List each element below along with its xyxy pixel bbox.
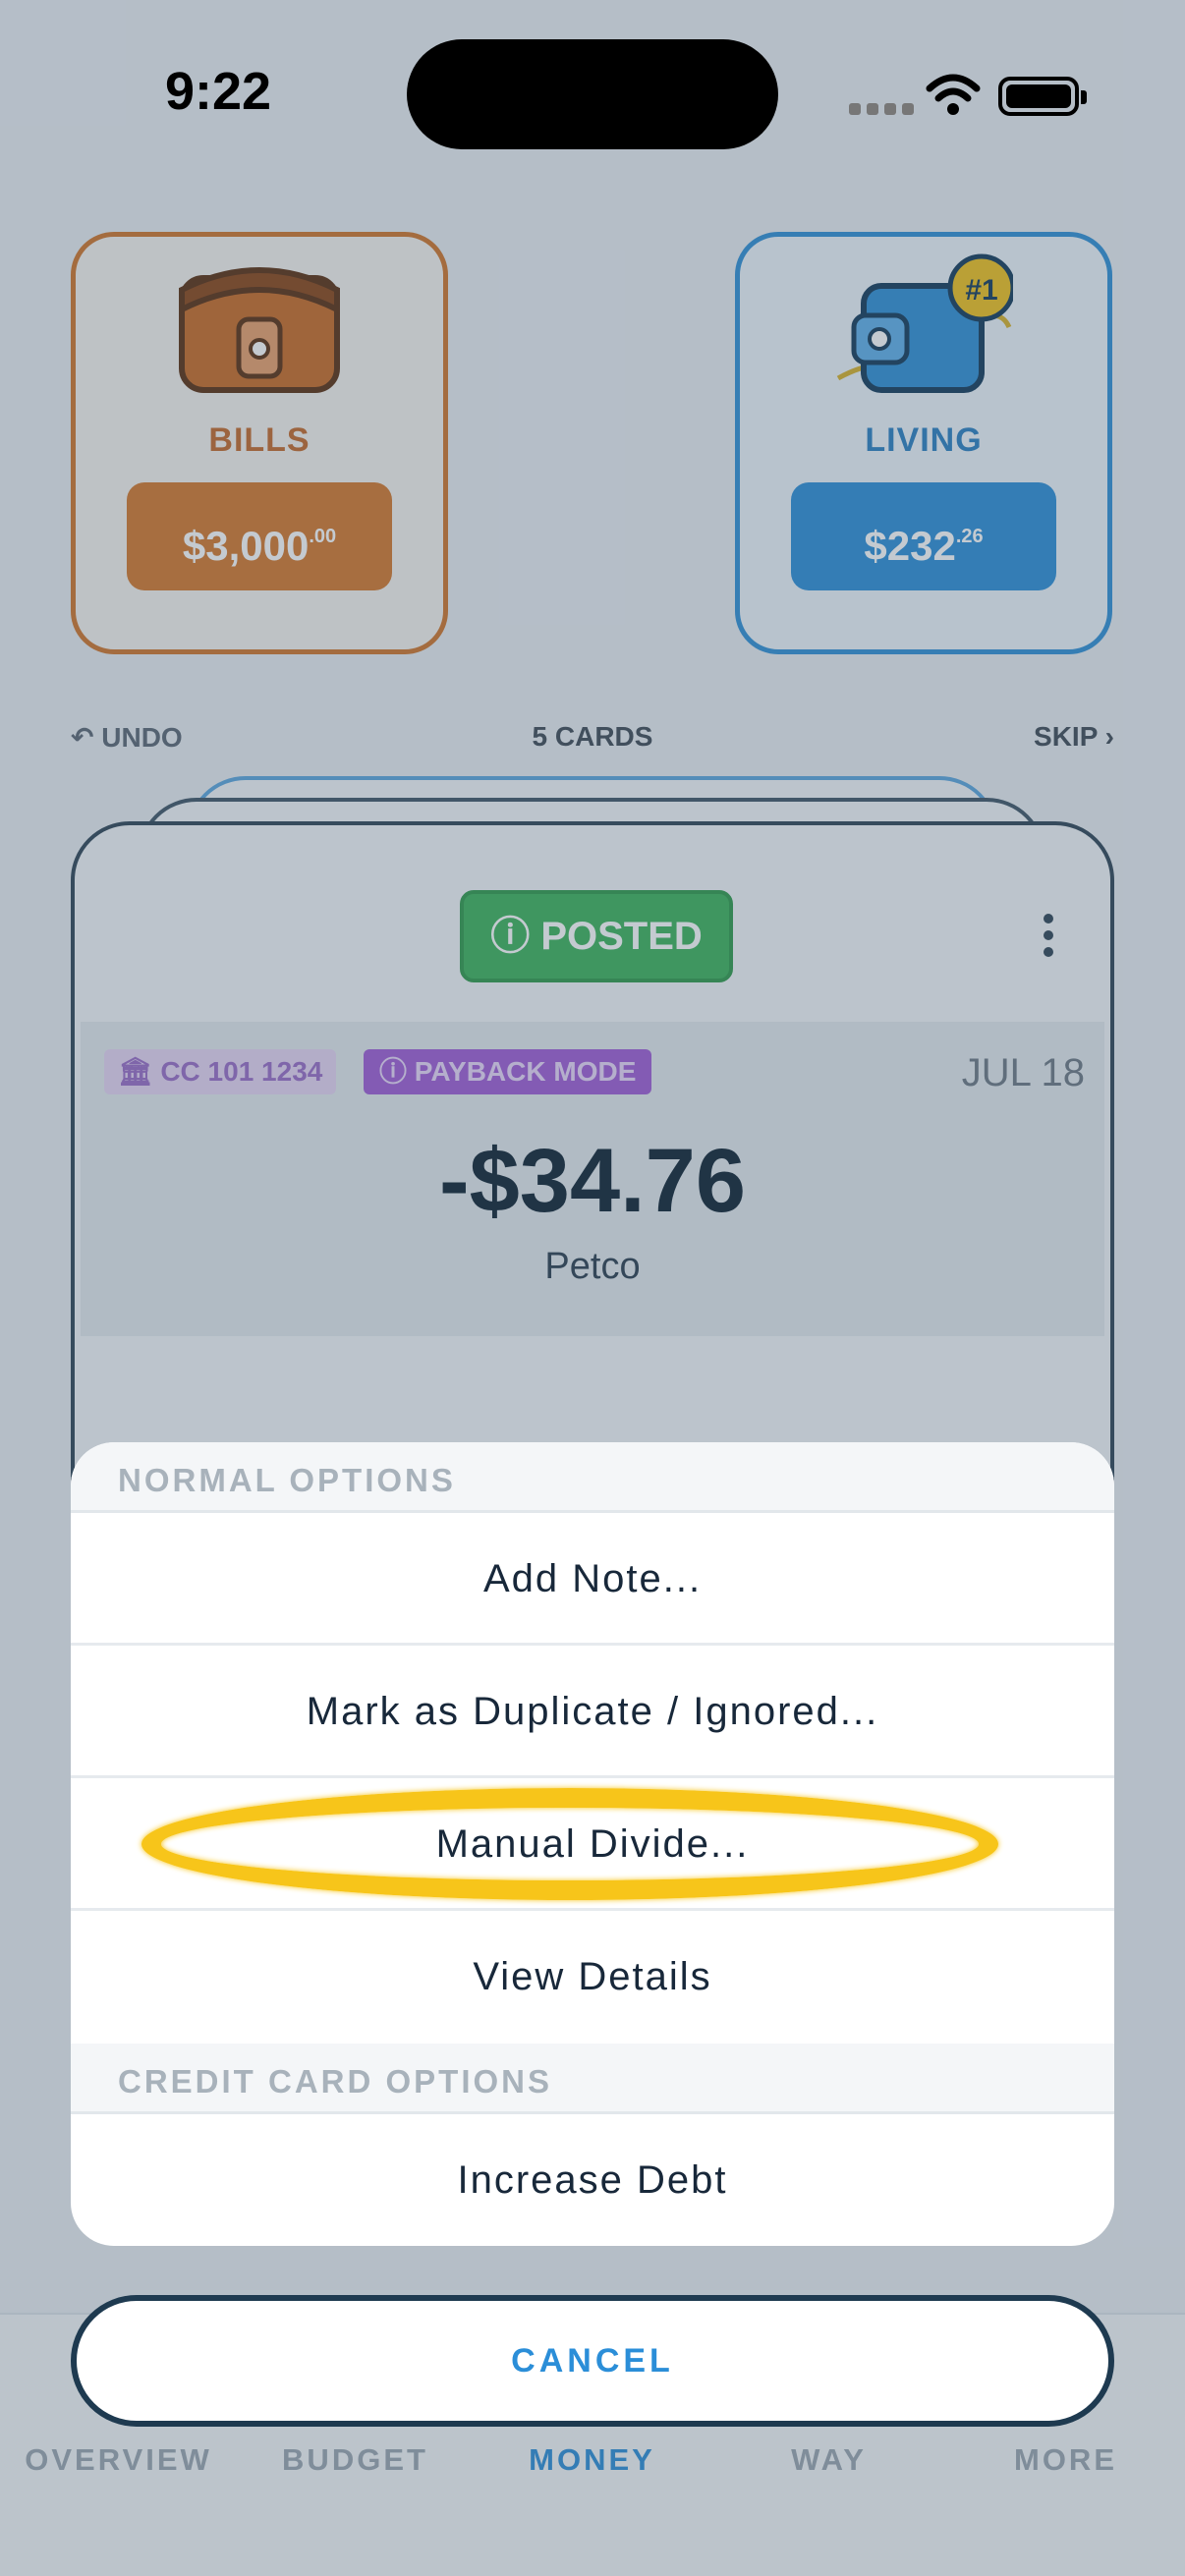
option-label: Increase Debt xyxy=(457,2158,728,2202)
mark-duplicate-option[interactable]: Mark as Duplicate / Ignored... xyxy=(71,1646,1114,1778)
option-label: View Details xyxy=(473,1955,712,1998)
option-label: Manual Divide... xyxy=(435,1822,750,1866)
wifi-icon xyxy=(926,74,981,115)
view-details-option[interactable]: View Details xyxy=(71,1911,1114,2044)
dynamic-island xyxy=(407,39,778,149)
cancel-button[interactable]: CANCEL xyxy=(71,2295,1114,2427)
increase-debt-option[interactable]: Increase Debt xyxy=(71,2114,1114,2246)
action-sheet: NORMAL OPTIONS Add Note... Mark as Dupli… xyxy=(71,1442,1114,2246)
section-header-credit-card-options: CREDIT CARD OPTIONS xyxy=(71,2044,1114,2114)
manual-divide-option[interactable]: Manual Divide... xyxy=(71,1778,1114,1911)
add-note-option[interactable]: Add Note... xyxy=(71,1513,1114,1646)
option-label: Add Note... xyxy=(482,1557,703,1600)
battery-icon xyxy=(998,77,1087,116)
status-bar: 9:22 xyxy=(0,0,1185,187)
option-label: Mark as Duplicate / Ignored... xyxy=(306,1690,879,1733)
status-time: 9:22 xyxy=(165,62,272,121)
section-header-normal-options: NORMAL OPTIONS xyxy=(71,1442,1114,1513)
signal-icon xyxy=(849,102,920,120)
